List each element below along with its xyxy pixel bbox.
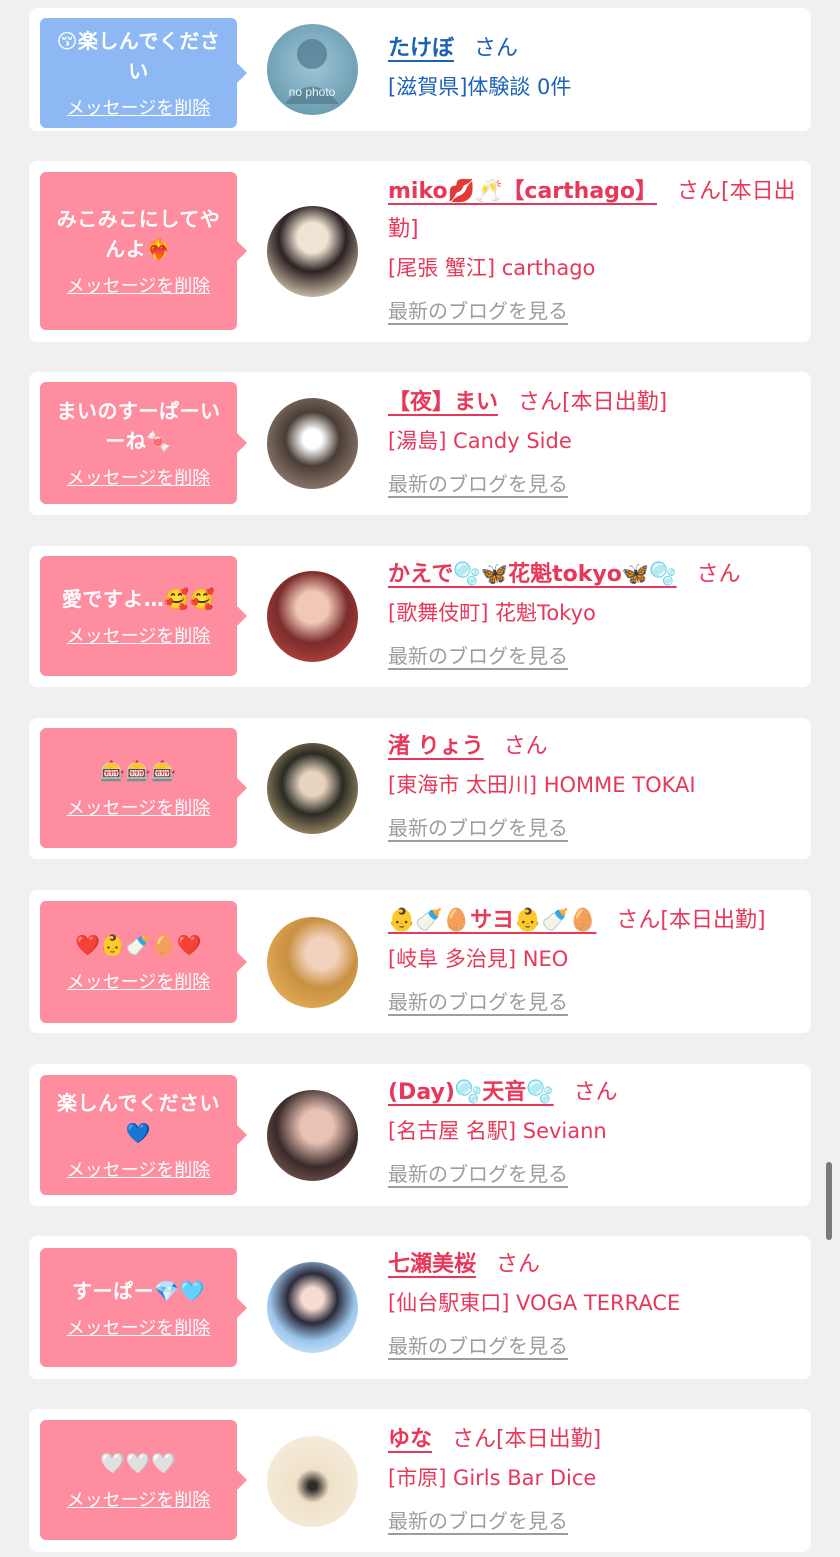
profile-name-link[interactable]: たけぼ (388, 36, 454, 61)
profile-name-link[interactable]: miko💋🥂【carthago】 (388, 179, 657, 204)
name-suffix: さん[本日出勤] (452, 1427, 602, 1452)
scrollbar-thumb[interactable] (826, 1162, 832, 1240)
message-text: 愛ですよ…🥰🥰 (61, 587, 216, 611)
latest-blog-link[interactable]: 最新のブログを見る (388, 1503, 568, 1539)
list-item: 愛ですよ…🥰🥰 メッセージを削除 かえで🫧🦋花魁tokyo🦋🫧 さん [歌舞伎町]… (29, 546, 811, 687)
latest-blog-link[interactable]: 最新のブログを見る (388, 293, 568, 329)
shop-info: [名古屋 名駅] Seviann (388, 1119, 607, 1143)
profile-name-link[interactable]: 七瀬美桜 (388, 1252, 476, 1277)
profile-info: 七瀬美桜 さん [仙台駅東口] VOGA TERRACE 最新のブログを見る (388, 1246, 797, 1364)
list-item: 😚楽しんでください メッセージを削除 no photo たけぼ さん [滋賀県]体… (29, 8, 811, 131)
message-text: 楽しんでください💙 (57, 1091, 220, 1145)
message-bubble: 😚楽しんでください メッセージを削除 (40, 18, 237, 128)
avatar[interactable] (267, 206, 358, 297)
profile-info: (Day)🫧天音🫧 さん [名古屋 名駅] Seviann 最新のブログを見る (388, 1074, 797, 1192)
latest-blog-link[interactable]: 最新のブログを見る (388, 984, 568, 1020)
profile-name-link[interactable]: 【夜】まい (388, 390, 498, 415)
message-text: 😚楽しんでください (56, 29, 221, 83)
delete-message-link[interactable]: メッセージを削除 (67, 1314, 211, 1340)
name-suffix: さん (696, 562, 741, 587)
delete-message-link[interactable]: メッセージを削除 (67, 622, 211, 648)
no-photo-label: no photo (289, 85, 336, 99)
avatar[interactable] (267, 398, 358, 489)
profile-name-link[interactable]: 👶🍼🥚サヨ👶🍼🥚 (388, 908, 596, 933)
avatar[interactable] (267, 1090, 358, 1181)
avatar[interactable] (267, 571, 358, 662)
list-item: みこみこにしてやんよ❤️‍🔥 メッセージを削除 miko💋🥂【carthago】… (29, 161, 811, 342)
shop-info: [仙台駅東口] VOGA TERRACE (388, 1291, 681, 1315)
profile-name-link[interactable]: ゆな (388, 1427, 432, 1452)
name-suffix: さん (474, 36, 519, 61)
message-text: 🤍🤍🤍 (100, 1451, 177, 1475)
profile-name-link[interactable]: 渚 りょう (388, 734, 484, 759)
profile-info: かえで🫧🦋花魁tokyo🦋🫧 さん [歌舞伎町] 花魁Tokyo 最新のブログを見… (388, 556, 797, 674)
profile-name-link[interactable]: かえで🫧🦋花魁tokyo🦋🫧 (388, 562, 677, 587)
list-item: 🤍🤍🤍 メッセージを削除 ゆな さん[本日出勤] [市原] Girls Bar D… (29, 1409, 811, 1552)
latest-blog-link[interactable]: 最新のブログを見る (388, 1156, 568, 1192)
shop-info: [市原] Girls Bar Dice (388, 1466, 597, 1490)
delete-message-link[interactable]: メッセージを削除 (67, 94, 211, 120)
profile-info: miko💋🥂【carthago】 さん[本日出勤] [尾張 蟹江] carthag… (388, 173, 797, 329)
message-bubble: 楽しんでください💙 メッセージを削除 (40, 1075, 237, 1195)
avatar[interactable] (267, 1262, 358, 1353)
message-bubble: 愛ですよ…🥰🥰 メッセージを削除 (40, 556, 237, 676)
name-suffix: さん (573, 1080, 618, 1105)
profile-name-link[interactable]: (Day)🫧天音🫧 (388, 1080, 554, 1105)
message-text: 🎰🎰🎰 (100, 759, 177, 783)
message-bubble: まいのすーぱーいーね🍬 メッセージを削除 (40, 382, 237, 504)
delete-message-link[interactable]: メッセージを削除 (67, 968, 211, 994)
shop-info: [歌舞伎町] 花魁Tokyo (388, 601, 596, 625)
latest-blog-link[interactable]: 最新のブログを見る (388, 810, 568, 846)
name-suffix: さん[本日出勤] (616, 908, 766, 933)
avatar[interactable] (267, 743, 358, 834)
shop-info: [東海市 太田川] HOMME TOKAI (388, 773, 696, 797)
latest-blog-link[interactable]: 最新のブログを見る (388, 1328, 568, 1364)
profile-info: 【夜】まい さん[本日出勤] [湯島] Candy Side 最新のブログを見る (388, 384, 797, 502)
message-bubble: すーぱー💎🩵 メッセージを削除 (40, 1248, 237, 1367)
name-suffix: さん[本日出勤] (518, 390, 668, 415)
list-item: 楽しんでください💙 メッセージを削除 (Day)🫧天音🫧 さん [名古屋 名駅] … (29, 1064, 811, 1206)
shop-info: [滋賀県]体験談 0件 (388, 75, 572, 99)
message-bubble: みこみこにしてやんよ❤️‍🔥 メッセージを削除 (40, 172, 237, 330)
avatar[interactable] (267, 917, 358, 1008)
profile-info: たけぼ さん [滋賀県]体験談 0件 (388, 30, 797, 106)
name-suffix: さん (496, 1252, 541, 1277)
message-text: みこみこにしてやんよ❤️‍🔥 (56, 207, 221, 261)
list-item: まいのすーぱーいーね🍬 メッセージを削除 【夜】まい さん[本日出勤] [湯島] … (29, 372, 811, 515)
delete-message-link[interactable]: メッセージを削除 (67, 1156, 211, 1182)
list-item: 🎰🎰🎰 メッセージを削除 渚 りょう さん [東海市 太田川] HOMME TOK… (29, 718, 811, 859)
shop-info: [尾張 蟹江] carthago (388, 256, 596, 280)
delete-message-link[interactable]: メッセージを削除 (67, 464, 211, 490)
name-suffix: さん (503, 734, 548, 759)
profile-info: 👶🍼🥚サヨ👶🍼🥚 さん[本日出勤] [岐阜 多治見] NEO 最新のブログを見る (388, 902, 797, 1020)
latest-blog-link[interactable]: 最新のブログを見る (388, 466, 568, 502)
message-text: すーぱー💎🩵 (72, 1278, 205, 1303)
latest-blog-link[interactable]: 最新のブログを見る (388, 638, 568, 674)
message-text: ❤️👶🍼🥚❤️ (74, 933, 202, 957)
profile-info: 渚 りょう さん [東海市 太田川] HOMME TOKAI 最新のブログを見る (388, 728, 797, 846)
avatar[interactable] (267, 1436, 358, 1527)
delete-message-link[interactable]: メッセージを削除 (67, 794, 211, 820)
message-bubble: 🤍🤍🤍 メッセージを削除 (40, 1420, 237, 1540)
message-text: まいのすーぱーいーね🍬 (56, 399, 221, 453)
favorites-list: 😚楽しんでください メッセージを削除 no photo たけぼ さん [滋賀県]体… (0, 0, 840, 1557)
avatar[interactable]: no photo (267, 24, 358, 115)
delete-message-link[interactable]: メッセージを削除 (67, 272, 211, 298)
shop-info: [岐阜 多治見] NEO (388, 947, 569, 971)
delete-message-link[interactable]: メッセージを削除 (67, 1486, 211, 1512)
profile-info: ゆな さん[本日出勤] [市原] Girls Bar Dice 最新のブログを見る (388, 1421, 797, 1539)
list-item: すーぱー💎🩵 メッセージを削除 七瀬美桜 さん [仙台駅東口] VOGA TERR… (29, 1236, 811, 1379)
no-photo-silhouette-icon: no photo (285, 39, 339, 104)
message-bubble: 🎰🎰🎰 メッセージを削除 (40, 728, 237, 848)
message-bubble: ❤️👶🍼🥚❤️ メッセージを削除 (40, 901, 237, 1023)
shop-info: [湯島] Candy Side (388, 429, 572, 453)
list-item: ❤️👶🍼🥚❤️ メッセージを削除 👶🍼🥚サヨ👶🍼🥚 さん[本日出勤] [岐阜 多治… (29, 890, 811, 1033)
